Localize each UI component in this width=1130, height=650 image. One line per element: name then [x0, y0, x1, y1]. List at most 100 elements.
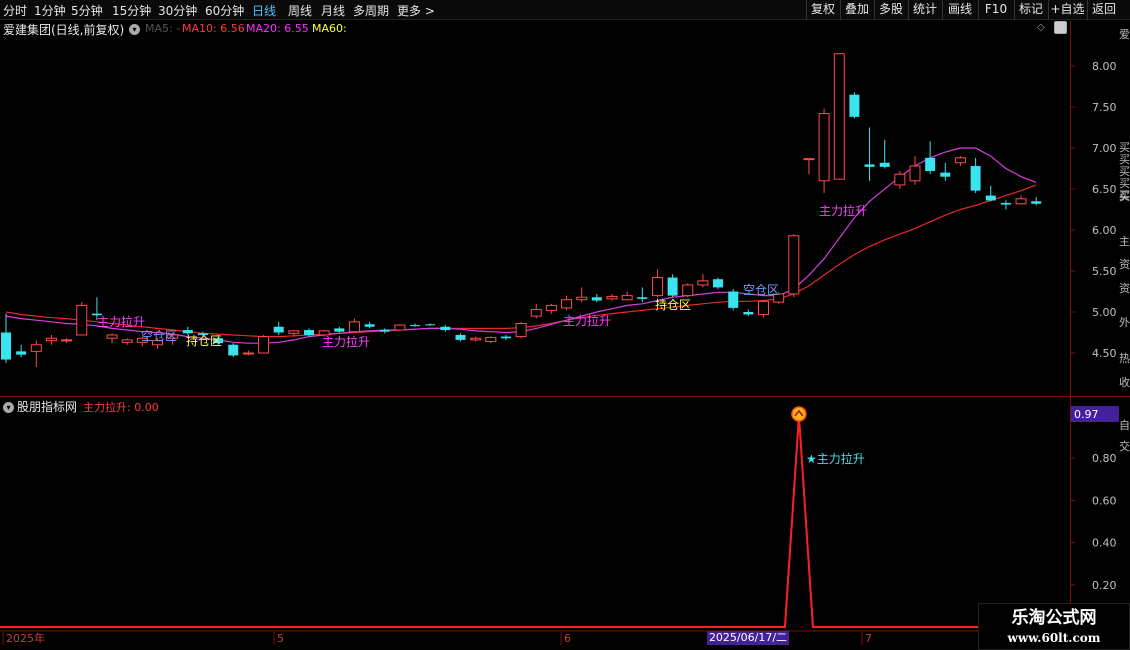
candle-body-up: [121, 339, 133, 343]
candle-body-down: [1, 332, 11, 360]
indicator-signal-label: ★主力拉升: [806, 451, 865, 466]
signal-label: 空仓区: [141, 329, 177, 343]
candle-body-up: [576, 296, 588, 301]
candle-body-down: [197, 333, 208, 335]
signal-marker-icon: [791, 406, 807, 422]
draw-line-button[interactable]: 画线: [942, 0, 977, 20]
candle-body-up: [106, 334, 118, 339]
indicator-current-value: 0.97: [1074, 408, 1099, 421]
candle-body-up: [545, 304, 557, 311]
candle-body-down: [743, 312, 754, 315]
signal-label: 主力拉升: [322, 334, 370, 349]
main-chart-header: 爱建集团(日线,前复权) ▾ MA5: - MA10: 6.56 MA20: 6…: [0, 21, 1072, 37]
tab-5min[interactable]: 5分钟: [71, 2, 103, 19]
ma60-label: MA60:: [312, 22, 347, 35]
chevron-up-icon: [794, 409, 804, 417]
tab-monthly[interactable]: 月线: [321, 2, 345, 19]
tab-1min[interactable]: 1分钟: [34, 2, 66, 19]
indicator-tick-label: 1.00: [1092, 410, 1117, 423]
candle-body-up: [258, 336, 270, 354]
candle-body-up: [45, 337, 57, 342]
side-strip-label: 交: [1119, 440, 1130, 453]
candle-body-up: [348, 321, 360, 333]
candle-body-up: [561, 299, 573, 309]
time-tick-label: 2025年: [6, 631, 45, 645]
price-tick-label: 7.50: [1092, 101, 1117, 114]
add-watchlist-button[interactable]: +自选: [1048, 0, 1086, 20]
tab-30min[interactable]: 30分钟: [158, 2, 197, 19]
tab-more[interactable]: 更多 >: [397, 2, 435, 19]
candle-body-down: [425, 324, 436, 326]
time-tick-label: 7: [865, 632, 872, 645]
window-restore-icon[interactable]: [1054, 21, 1067, 34]
candle-body-up: [1015, 198, 1027, 205]
signal-label: 持仓区: [186, 333, 222, 348]
tab-15min[interactable]: 15分钟: [112, 2, 151, 19]
candle-body-up: [152, 340, 163, 346]
price-tick-label: 7.00: [1092, 142, 1117, 155]
candle-body-up: [803, 158, 815, 161]
watermark-title: 乐淘公式网: [1011, 608, 1097, 628]
candle-body-down: [213, 338, 224, 344]
side-info-strip: 爱买买买买买买主资资外热收自交: [1119, 21, 1130, 631]
watermark-url: www.60lt.com: [1007, 631, 1101, 645]
price-tick-label: 5.50: [1092, 265, 1117, 278]
candle-body-up: [136, 337, 148, 343]
mark-button[interactable]: 标记: [1014, 0, 1047, 20]
side-strip-label: 热: [1119, 352, 1130, 365]
kline-chart[interactable]: 2025年 5 6 7 主力拉升空仓区 持仓区 主力拉升主力拉升持仓区空仓区主力拉升 ★主…: [0, 0, 1130, 650]
adjust-button[interactable]: 复权: [806, 0, 839, 20]
candle-body-up: [697, 280, 709, 286]
side-strip-label: 买: [1119, 190, 1130, 203]
indicator-tick-label: 0.80: [1092, 452, 1117, 465]
candle-body-up: [682, 284, 694, 297]
indicator-current-box: [1071, 406, 1119, 422]
tab-weekly[interactable]: 周线: [288, 2, 312, 19]
overlay-button[interactable]: 叠加: [840, 0, 873, 20]
axis-border: [1070, 21, 1071, 631]
candle-body-down: [379, 330, 390, 332]
f10-button[interactable]: F10: [978, 0, 1013, 20]
candle-body-down: [1031, 201, 1042, 204]
candle-body-up: [909, 165, 921, 182]
time-tick-label: 5: [277, 632, 284, 645]
price-tick-label: 8.00: [1092, 60, 1117, 73]
period-toolbar: 分时 1分钟 5分钟 15分钟 30分钟 60分钟 日线 周线 月线 多周期 更…: [0, 0, 1130, 20]
signal-label: 持仓区: [655, 297, 691, 312]
price-tick-label: 4.50: [1092, 347, 1117, 360]
candle-body-up: [76, 304, 88, 336]
indicator-tick-label: 0.60: [1092, 494, 1117, 507]
side-strip-label: 主: [1119, 235, 1130, 248]
candle-body-down: [667, 277, 678, 296]
tab-daily[interactable]: 日线: [252, 2, 276, 19]
cursor-date: 2025/06/17/二: [707, 631, 789, 645]
price-tick-label: 5.00: [1092, 306, 1117, 319]
tab-intraday[interactable]: 分时: [3, 2, 27, 19]
candle-body-down: [713, 279, 724, 288]
candle-body-up: [773, 293, 785, 303]
candle-body-up: [318, 330, 330, 336]
candle-body-down: [940, 172, 951, 177]
tab-60min[interactable]: 60分钟: [205, 2, 244, 19]
multi-stock-button[interactable]: 多股: [874, 0, 907, 20]
candle-body-down: [334, 328, 345, 332]
tab-multi-period[interactable]: 多周期: [353, 2, 389, 19]
indicator-name[interactable]: 股朋指标网: [17, 398, 77, 415]
indicator-tick-label: 0.40: [1092, 537, 1117, 550]
candle-body-up: [621, 295, 633, 301]
ma5-label: MA5: -: [145, 22, 181, 35]
signal-label: 空仓区: [743, 283, 779, 297]
candle-body-down: [849, 94, 860, 117]
diamond-icon[interactable]: ◇: [1037, 22, 1045, 33]
back-button[interactable]: 返回: [1087, 0, 1120, 20]
candle-body-down: [500, 336, 511, 339]
side-strip-label: 资: [1119, 282, 1130, 295]
candle-body-down: [228, 344, 239, 356]
stock-title[interactable]: 爱建集团(日线,前复权): [3, 21, 124, 38]
signal-label: 主力拉升: [97, 314, 145, 329]
side-strip-label: 爱: [1119, 28, 1130, 41]
ma10-label: MA10: 6.56: [182, 22, 245, 35]
pane-separator[interactable]: [0, 396, 1130, 397]
price-tick-label: 6.00: [1092, 224, 1117, 237]
statistics-button[interactable]: 统计: [908, 0, 941, 20]
